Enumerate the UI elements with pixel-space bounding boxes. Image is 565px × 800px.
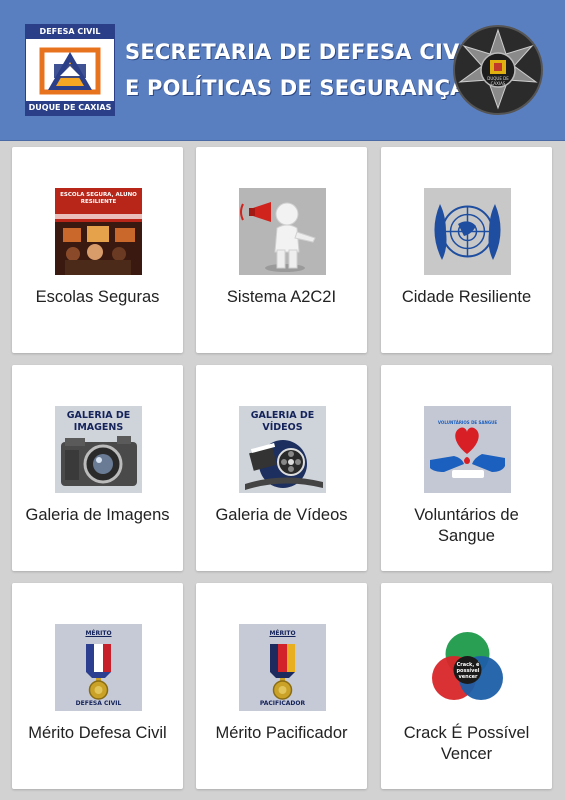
medal-icon: MÉRITO PACIFICADOR	[239, 624, 326, 711]
page-title: SECRETARIA DE DEFESA CIVIL E POLÍTICAS D…	[125, 34, 482, 106]
tile-crack-possivel-vencer[interactable]: Crack, é possível vencer Crack É Possíve…	[381, 583, 552, 789]
triangle-emblem-icon	[36, 42, 104, 100]
icon-caption: ESCOLA SEGURA, ALUNO RESILIENTE	[60, 192, 137, 205]
icon-caption: VOLUNTÁRIOS DE SANGUE	[437, 420, 498, 425]
megaphone-person-icon	[239, 188, 326, 275]
medal-icon: MÉRITO DEFESA CIVIL	[55, 624, 142, 711]
defesa-civil-logo: DEFESA CIVIL DUQUE DE CAXIAS	[25, 24, 115, 116]
tile-label: Escolas Seguras	[35, 288, 160, 306]
tile-label: Cidade Resiliente	[401, 288, 532, 306]
tile-cidade-resiliente[interactable]: Cidade Resiliente	[381, 147, 552, 353]
tile-label: Galeria de Imagens	[25, 506, 170, 524]
icon-caption-bottom: DEFESA CIVIL	[75, 700, 122, 707]
tile-merito-defesa-civil[interactable]: MÉRITO DEFESA CIVIL Mérito Defesa Civil	[12, 583, 183, 789]
star-badge-icon	[453, 25, 543, 115]
tile-label: Crack É Possível Vencer	[403, 724, 530, 763]
tile-label: Voluntários de Sangue	[414, 506, 519, 545]
icon-caption-top: MÉRITO	[269, 630, 296, 637]
venn-circles-icon: Crack, é possível vencer	[424, 624, 511, 711]
camera-icon: GALERIA DE IMAGENS	[55, 406, 142, 493]
tile-label: Mérito Defesa Civil	[28, 724, 167, 742]
tile-label: Galeria de Vídeos	[215, 506, 348, 524]
tile-merito-pacificador[interactable]: MÉRITO PACIFICADOR Mérito Pacificador	[196, 583, 367, 789]
blood-heart-icon: VOLUNTÁRIOS DE SANGUE	[424, 406, 511, 493]
logo-right-text: DUQUE DE CAXIAS	[487, 76, 509, 86]
tile-label: Mérito Pacificador	[215, 724, 348, 742]
icon-caption: GALERIA DE VÍDEOS	[250, 410, 315, 433]
tile-galeria-imagens[interactable]: GALERIA DE IMAGENS Galeria de Imagens	[12, 365, 183, 571]
star-badge-logo: DUQUE DE CAXIAS	[452, 24, 544, 116]
icon-caption: GALERIA DE IMAGENS	[66, 410, 131, 433]
school-icon: ESCOLA SEGURA, ALUNO RESILIENTE	[55, 188, 142, 275]
title-line-2: E POLÍTICAS DE SEGURANÇA	[125, 76, 467, 100]
tile-label: Sistema A2C2I	[226, 288, 337, 306]
tile-sistema-a2c2i[interactable]: Sistema A2C2I	[196, 147, 367, 353]
tile-galeria-videos[interactable]: GALERIA DE VÍDEOS Galeria de Vídeos	[196, 365, 367, 571]
app-header: DEFESA CIVIL DUQUE DE CAXIAS SECRETARIA …	[0, 0, 565, 141]
title-line-1: SECRETARIA DE DEFESA CIVIL	[125, 40, 482, 64]
logo-left-top-text: DEFESA CIVIL	[26, 25, 114, 39]
logo-left-bottom-text: DUQUE DE CAXIAS	[26, 101, 114, 115]
icon-caption-bottom: PACIFICADOR	[259, 700, 306, 707]
film-reel-icon: GALERIA DE VÍDEOS	[239, 406, 326, 493]
un-emblem-icon	[424, 188, 511, 275]
tile-voluntarios-sangue[interactable]: VOLUNTÁRIOS DE SANGUE Voluntários de San…	[381, 365, 552, 571]
icon-caption-top: MÉRITO	[85, 630, 112, 637]
tile-escolas-seguras[interactable]: ESCOLA SEGURA, ALUNO RESILIENTE Escolas …	[12, 147, 183, 353]
icon-caption: Crack, é possível vencer	[456, 662, 480, 680]
